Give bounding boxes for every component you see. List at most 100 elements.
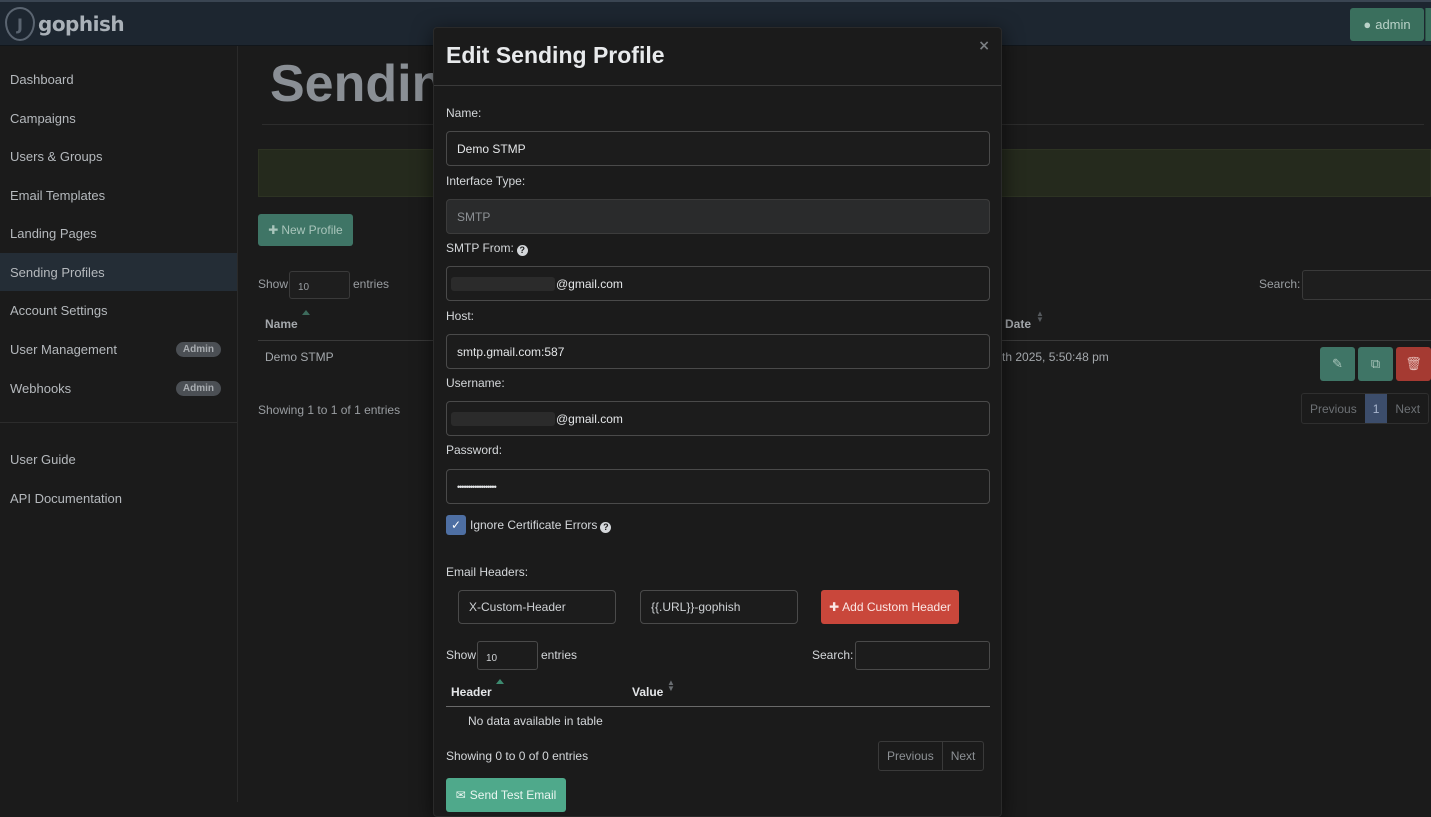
sidebar-item-landing-pages[interactable]: Landing Pages bbox=[0, 214, 237, 252]
sidebar-item-webhooks[interactable]: Webhooks Admin bbox=[0, 369, 237, 407]
gophish-logo-icon: J bbox=[5, 7, 35, 41]
sort-icon: ▲ ▼ bbox=[1036, 309, 1044, 324]
sidebar-item-label: User Management bbox=[10, 341, 117, 357]
sidebar-item-sending-profiles[interactable]: Sending Profiles bbox=[0, 253, 237, 291]
plus-icon: ✚ bbox=[268, 223, 279, 237]
send-test-email-button[interactable]: ✉ Send Test Email bbox=[446, 778, 566, 812]
sidebar-item-user-guide[interactable]: User Guide bbox=[0, 440, 237, 478]
pagination-page-1[interactable]: 1 bbox=[1364, 394, 1388, 423]
page-size-select[interactable]: 10 bbox=[289, 271, 350, 299]
sidebar: Dashboard Campaigns Users & Groups Email… bbox=[0, 46, 238, 802]
edit-profile-button[interactable]: ✎ bbox=[1320, 347, 1355, 381]
sidebar-item-dashboard[interactable]: Dashboard bbox=[0, 60, 237, 98]
headers-show-label: Show bbox=[446, 648, 477, 662]
host-value: smtp.gmail.com:587 bbox=[457, 344, 565, 359]
headers-table-info: Showing 0 to 0 of 0 entries bbox=[446, 749, 589, 763]
admin-badge: Admin bbox=[175, 342, 221, 357]
envelope-icon: ✉ bbox=[455, 788, 466, 802]
modal-title: Edit Sending Profile bbox=[446, 42, 665, 68]
app-name: gophish bbox=[38, 12, 125, 36]
sidebar-item-api-documentation[interactable]: API Documentation bbox=[0, 479, 237, 517]
interface-type-input: SMTP bbox=[446, 199, 990, 234]
username-input[interactable]: @gmail.com bbox=[446, 401, 990, 436]
name-value: Demo STMP bbox=[457, 141, 526, 156]
sidebar-item-label: Users & Groups bbox=[10, 148, 103, 164]
add-custom-header-button[interactable]: ✚ Add Custom Header bbox=[821, 590, 959, 624]
delete-profile-button[interactable]: 🗑 bbox=[1396, 347, 1431, 381]
sidebar-item-campaigns[interactable]: Campaigns bbox=[0, 99, 237, 137]
pagination-previous[interactable]: Previous bbox=[1302, 394, 1365, 423]
sidebar-item-label: Webhooks bbox=[10, 380, 72, 396]
headers-table-divider bbox=[446, 706, 990, 707]
add-custom-header-label: Add Custom Header bbox=[842, 600, 951, 614]
table-info: Showing 1 to 1 of 1 entries bbox=[258, 403, 401, 417]
admin-badge: Admin bbox=[175, 381, 221, 396]
help-icon[interactable]: ? bbox=[600, 522, 612, 533]
column-header-value[interactable]: Value bbox=[632, 685, 663, 699]
new-profile-label: New Profile bbox=[281, 223, 343, 237]
smtp-from-label-text: SMTP From: bbox=[446, 241, 514, 255]
pagination-next[interactable]: Next bbox=[1387, 394, 1428, 423]
headers-pagination-next[interactable]: Next bbox=[941, 742, 984, 770]
sidebar-item-label: Landing Pages bbox=[10, 225, 97, 241]
pagination: Previous 1 Next bbox=[1301, 393, 1430, 424]
password-label: Password: bbox=[446, 443, 503, 457]
sidebar-item-label: Dashboard bbox=[10, 71, 74, 87]
sort-ascending-icon bbox=[302, 310, 310, 315]
send-test-email-label: Send Test Email bbox=[469, 788, 557, 802]
sort-ascending-icon bbox=[496, 679, 504, 684]
headers-search-label: Search: bbox=[812, 648, 854, 662]
custom-header-name-input[interactable]: X-Custom-Header bbox=[458, 590, 616, 624]
column-header-date[interactable]: Date bbox=[1005, 317, 1031, 331]
name-input[interactable]: Demo STMP bbox=[446, 131, 990, 166]
host-label: Host: bbox=[446, 309, 475, 323]
table-row-date: th 2025, 5:50:48 pm bbox=[1002, 350, 1109, 364]
column-header-header[interactable]: Header bbox=[451, 685, 492, 699]
smtp-from-label: SMTP From:? bbox=[446, 241, 528, 256]
email-headers-label: Email Headers: bbox=[446, 565, 529, 579]
redacted-text bbox=[451, 411, 555, 426]
admin-menu-dropdown-toggle[interactable] bbox=[1425, 8, 1431, 41]
edit-sending-profile-modal: Edit Sending Profile × Name: Demo STMP I… bbox=[433, 27, 1002, 817]
copy-profile-button[interactable]: ⧉ bbox=[1358, 347, 1393, 381]
column-header-name[interactable]: Name bbox=[265, 317, 298, 331]
redacted-text bbox=[451, 276, 555, 291]
search-input[interactable] bbox=[1302, 270, 1431, 300]
ignore-cert-label-text: Ignore Certificate Errors bbox=[470, 518, 598, 532]
trash-icon: 🗑 bbox=[1405, 356, 1422, 371]
sidebar-item-label: Campaigns bbox=[10, 110, 76, 126]
sidebar-item-user-management[interactable]: User Management Admin bbox=[0, 330, 237, 368]
smtp-from-input[interactable]: @gmail.com bbox=[446, 266, 990, 301]
host-input[interactable]: smtp.gmail.com:587 bbox=[446, 334, 990, 369]
sidebar-item-label: Sending Profiles bbox=[10, 264, 105, 280]
headers-pagination-previous[interactable]: Previous bbox=[879, 742, 942, 770]
ignore-cert-label: Ignore Certificate Errors? bbox=[470, 518, 612, 533]
plus-icon: ✚ bbox=[829, 600, 840, 614]
headers-page-size-select[interactable]: 10 bbox=[477, 641, 538, 670]
password-value: •••••••••••••••••• bbox=[457, 481, 497, 492]
help-icon[interactable]: ? bbox=[516, 245, 528, 256]
sidebar-item-account-settings[interactable]: Account Settings bbox=[0, 291, 237, 329]
sort-icon: ▲ ▼ bbox=[667, 678, 675, 693]
sidebar-item-label: User Guide bbox=[10, 451, 76, 467]
check-icon: ✓ bbox=[450, 518, 462, 532]
custom-header-value-input[interactable]: {{.URL}}-gophish bbox=[640, 590, 798, 624]
sidebar-item-email-templates[interactable]: Email Templates bbox=[0, 176, 237, 214]
ignore-cert-checkbox[interactable]: ✓ bbox=[446, 515, 466, 535]
admin-menu-button[interactable]: ● admin bbox=[1350, 8, 1424, 41]
admin-label: admin bbox=[1375, 17, 1411, 32]
username-label: Username: bbox=[446, 376, 505, 390]
sidebar-item-label: Email Templates bbox=[10, 187, 106, 203]
smtp-from-value: @gmail.com bbox=[556, 276, 623, 291]
close-icon[interactable]: × bbox=[978, 38, 990, 54]
gophish-logo[interactable]: J gophish bbox=[5, 6, 125, 42]
name-label: Name: bbox=[446, 106, 482, 120]
user-icon: ● bbox=[1363, 17, 1372, 32]
new-profile-button[interactable]: ✚ New Profile bbox=[258, 214, 353, 246]
password-input[interactable]: •••••••••••••••••• bbox=[446, 469, 990, 504]
table-row-name: Demo STMP bbox=[265, 350, 334, 364]
sidebar-item-users-groups[interactable]: Users & Groups bbox=[0, 137, 237, 175]
headers-pagination: Previous Next bbox=[878, 741, 985, 771]
sidebar-item-label: Account Settings bbox=[10, 302, 108, 318]
headers-search-input[interactable] bbox=[855, 641, 990, 670]
